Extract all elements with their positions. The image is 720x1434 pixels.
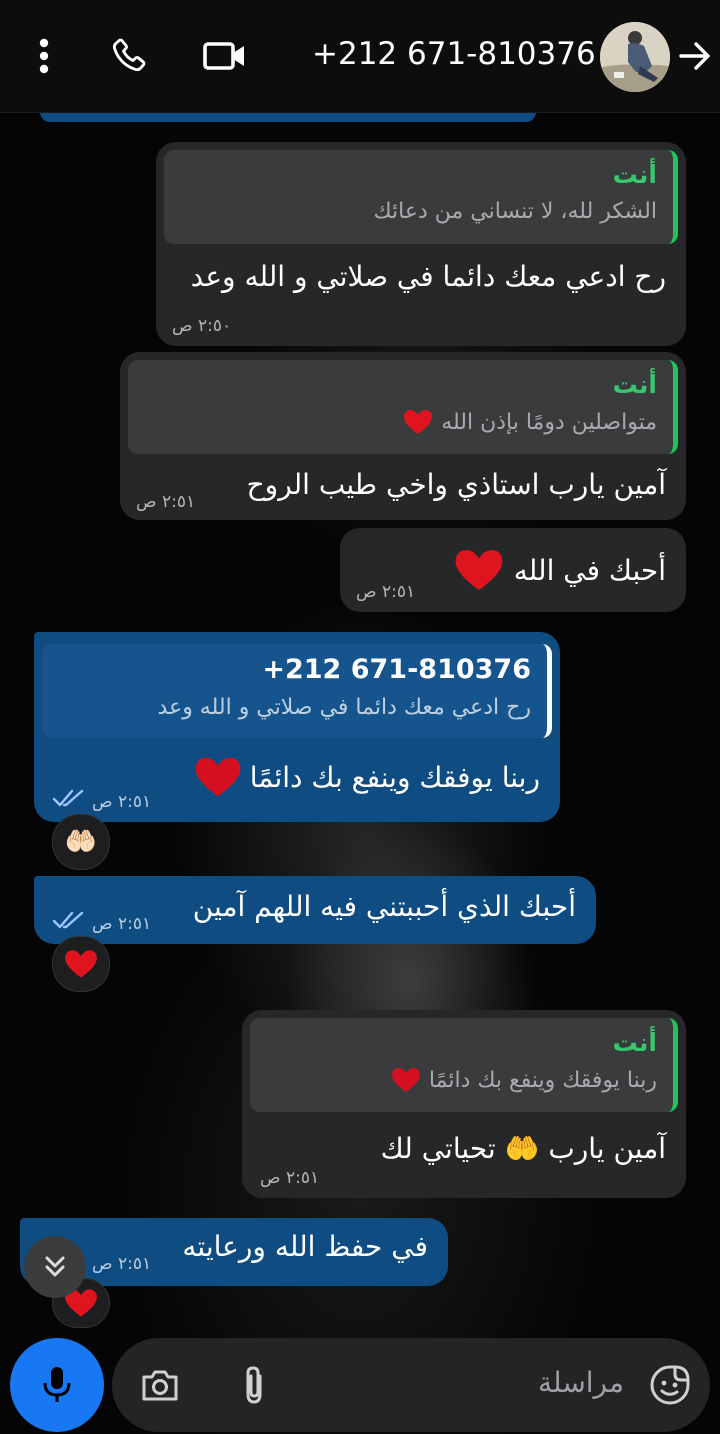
back-arrow-icon[interactable]	[676, 28, 714, 84]
avatar[interactable]	[600, 22, 670, 92]
message-bubble[interactable]: أحبك في الله ٢:٥١ ص	[340, 528, 686, 612]
partial-message-bubble	[40, 112, 536, 122]
quote-sender: أنت	[612, 1028, 657, 1057]
mic-icon	[43, 1367, 71, 1402]
sticker-icon[interactable]	[646, 1360, 694, 1410]
phone-icon[interactable]	[104, 28, 152, 84]
scroll-to-bottom-button[interactable]	[24, 1236, 86, 1298]
more-vert-icon[interactable]	[22, 28, 66, 84]
quote-text: ربنا يوفقك وينفع بك دائمًا	[428, 1067, 657, 1093]
message-text: أحبك الذي أحببتني فيه اللهم آمين	[192, 890, 576, 923]
message-text: في حفظ الله ورعايته	[182, 1230, 428, 1263]
quote-sender: أنت	[612, 160, 657, 189]
message-input-bar[interactable]: مراسلة	[112, 1338, 710, 1432]
mic-button[interactable]	[10, 1338, 104, 1432]
message-text: رح ادعي معك دائما في صلاتي و الله وعد	[190, 260, 666, 293]
contact-title[interactable]: +212 671-810376	[312, 36, 596, 72]
message-bubble[interactable]: أحبك الذي أحببتني فيه اللهم آمين ٢:٥١ ص	[34, 876, 596, 944]
reply-quote[interactable]: أنت الشكر لله، لا تنساني من دعائك	[164, 150, 678, 244]
quote-text: رح ادعي معك دائما في صلاتي و الله وعد	[157, 695, 531, 720]
heart-icon	[404, 410, 433, 434]
message-time: ٢:٥١ ص	[356, 582, 416, 602]
quote-text: متواصلين دومًا بإذن الله	[441, 409, 657, 435]
reply-quote[interactable]: +212 671-810376 رح ادعي معك دائما في صلا…	[42, 644, 552, 738]
quote-sender: أنت	[612, 370, 657, 399]
camera-icon[interactable]	[138, 1360, 182, 1410]
chat-header: +212 671-810376	[0, 0, 720, 113]
heart-icon	[195, 757, 241, 797]
attach-icon[interactable]	[232, 1360, 276, 1410]
reply-quote[interactable]: أنت ربنا يوفقك وينفع بك دائمًا	[250, 1018, 678, 1112]
reaction-badge[interactable]: ❤️	[52, 936, 110, 992]
double-check-icon	[52, 789, 84, 807]
message-input[interactable]: مراسلة	[532, 1366, 624, 1399]
message-bubble[interactable]: +212 671-810376 رح ادعي معك دائما في صلا…	[34, 632, 560, 822]
video-call-icon[interactable]	[200, 28, 250, 84]
message-time: ٢:٥١ ص	[136, 492, 196, 512]
message-text: آمين يارب استاذي واخي طيب الروح	[246, 468, 666, 501]
quote-text: الشكر لله، لا تنساني من دعائك	[373, 199, 658, 224]
message-text: أحبك في الله	[513, 553, 666, 587]
reaction-badge[interactable]: 🤲🏻	[52, 814, 110, 870]
message-time: ٢:٥١ ص	[92, 914, 152, 934]
reply-quote[interactable]: أنت متواصلين دومًا بإذن الله	[128, 360, 678, 454]
double-chevron-down-icon	[45, 1256, 65, 1277]
message-time: ٢:٥١ ص	[92, 1254, 152, 1274]
message-time: ٢:٥١ ص	[260, 1168, 320, 1188]
message-text: آمين يارب 🤲 تحياتي لك	[380, 1132, 666, 1165]
message-time: ٢:٥٠ ص	[172, 316, 232, 336]
message-bubble[interactable]: أنت ربنا يوفقك وينفع بك دائمًا آمين يارب…	[242, 1010, 686, 1198]
message-bubble[interactable]: أنت الشكر لله، لا تنساني من دعائك رح ادع…	[156, 142, 686, 346]
message-time: ٢:٥١ ص	[92, 792, 152, 812]
message-text: ربنا يوفقك وينفع بك دائمًا	[249, 760, 540, 794]
double-check-icon	[52, 911, 84, 929]
heart-icon	[65, 950, 97, 978]
heart-icon	[391, 1068, 420, 1092]
reaction-emoji: 🤲🏻	[64, 827, 98, 857]
heart-icon	[455, 550, 503, 590]
quote-sender: +212 671-810376	[262, 654, 531, 685]
message-bubble[interactable]: أنت متواصلين دومًا بإذن الله آمين يارب ا…	[120, 352, 686, 520]
